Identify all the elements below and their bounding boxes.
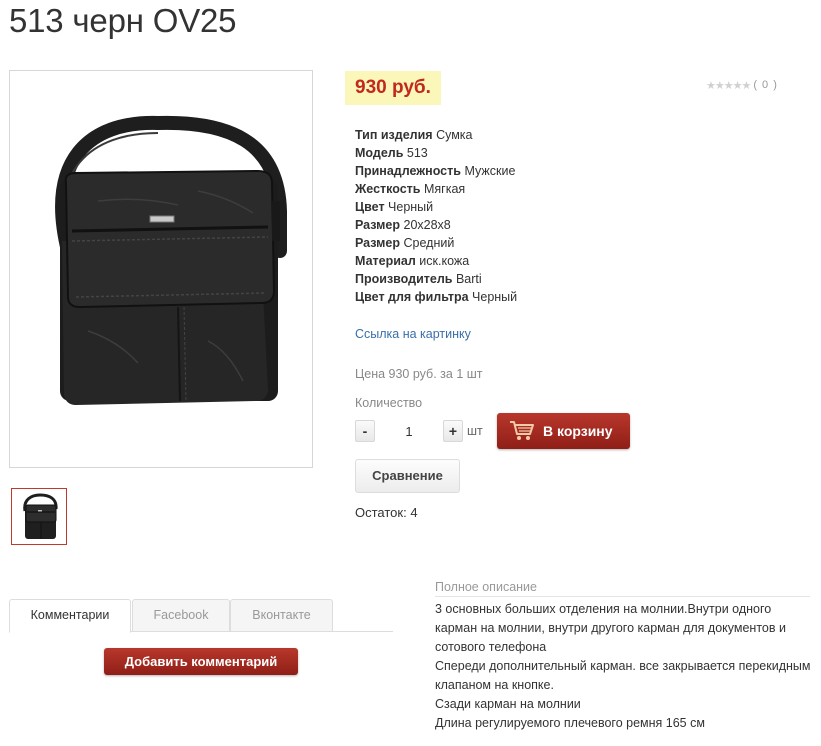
property-row: Принадлежность Мужские [355,162,517,180]
property-row: Тип изделия Сумка [355,126,517,144]
property-value: Сумка [436,128,473,142]
property-key: Жесткость [355,182,421,196]
rating[interactable]: ★★★★★ ( 0 ) [706,78,778,92]
tab-facebook[interactable]: Facebook [132,599,230,632]
tab-vkontakte[interactable]: Вконтакте [230,599,333,632]
compare-button[interactable]: Сравнение [355,459,460,493]
add-to-cart-button[interactable]: В корзину [497,413,630,449]
bag-thumbnail-image [23,493,58,539]
property-row: Производитель Barti [355,270,517,288]
property-value: 20x28x8 [403,218,451,232]
description-line: Сзади карман на молнии [435,697,581,711]
property-value: Черный [472,290,518,304]
product-thumbnail[interactable] [11,488,67,545]
add-to-cart-label: В корзину [543,423,613,439]
property-key: Цвет для фильтра [355,290,469,304]
description-line: 3 основных больших отделения на молнии.В… [435,602,786,654]
property-key: Модель [355,146,404,160]
property-key: Размер [355,218,401,232]
bag-image [55,115,287,405]
property-key: Размер [355,236,401,250]
property-row: Размер Средний [355,234,517,252]
property-row: Размер 20x28x8 [355,216,517,234]
description-title: Полное описание [435,580,810,597]
quantity-decrease-button[interactable]: - [355,420,375,442]
property-key: Тип изделия [355,128,433,142]
property-value: иск.кожа [419,254,470,268]
quantity-input[interactable] [380,420,438,442]
property-key: Материал [355,254,416,268]
comments-tabs: Комментарии Facebook Вконтакте [9,599,393,633]
product-main-image[interactable] [9,70,313,468]
tab-comments[interactable]: Комментарии [9,599,131,633]
quantity-increase-button[interactable]: + [443,420,463,442]
property-value: Barti [455,272,482,286]
page-title: 513 черн OV25 [9,2,237,39]
star-rating-icon[interactable]: ★★★★★ [706,79,751,92]
price-per-unit: Цена 930 руб. за 1 шт [355,367,483,381]
property-row: Жесткость Мягкая [355,180,517,198]
property-key: Принадлежность [355,164,461,178]
quantity-label: Количество [355,396,423,410]
property-row: Материал иск.кожа [355,252,517,270]
quantity-unit: шт [467,424,483,438]
property-key: Цвет [355,200,385,214]
property-value: Мужские [464,164,516,178]
property-value: Средний [403,236,455,250]
description-body: 3 основных больших отделения на молнии.В… [435,600,813,733]
property-value: Мягкая [423,182,466,196]
stock-remaining: Остаток: 4 [355,505,418,520]
property-value: 513 [406,146,428,160]
add-comment-button[interactable]: Добавить комментарий [104,648,298,675]
rating-count: ( 0 ) [753,79,778,91]
property-value: Черный [388,200,434,214]
image-link[interactable]: Ссылка на картинку [355,327,471,341]
product-properties: Тип изделия Сумка Модель 513 Принадлежно… [355,126,517,306]
property-row: Цвет Черный [355,198,517,216]
description-line: Спереди дополнительный карман. все закры… [435,659,811,692]
property-row: Цвет для фильтра Черный [355,288,517,306]
product-price: 930 руб. [345,71,441,105]
property-key: Производитель [355,272,453,286]
property-row: Модель 513 [355,144,517,162]
shopping-cart-icon [510,421,534,440]
description-line: Длина регулируемого плечевого ремня 165 … [435,716,705,730]
